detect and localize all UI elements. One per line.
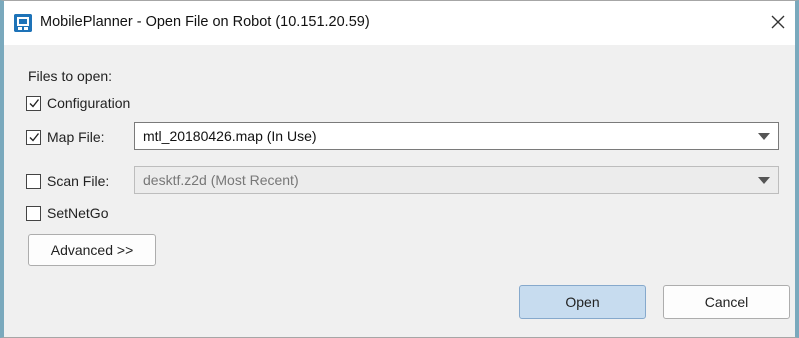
configuration-checkbox[interactable] <box>26 95 41 111</box>
scan-file-checkbox[interactable] <box>26 173 41 189</box>
close-icon <box>771 15 785 29</box>
scan-file-value: desktf.z2d (Most Recent) <box>143 172 299 188</box>
chevron-down-icon <box>758 133 770 140</box>
close-button[interactable] <box>763 7 793 37</box>
map-file-value: mtl_20180426.map (In Use) <box>143 128 317 144</box>
files-to-open-label: Files to open: <box>28 68 113 84</box>
scan-file-row: Scan File: <box>26 173 109 189</box>
map-file-label[interactable]: Map File: <box>47 129 105 145</box>
map-file-checkbox[interactable] <box>26 129 41 145</box>
advanced-button[interactable]: Advanced >> <box>28 234 156 266</box>
scan-file-select[interactable]: desktf.z2d (Most Recent) <box>134 166 779 194</box>
checkmark-icon <box>29 99 39 108</box>
title-bar[interactable]: MobilePlanner - Open File on Robot (10.1… <box>4 1 795 45</box>
dialog-content: Files to open: Configuration Map File: m… <box>4 45 795 337</box>
window-title: MobilePlanner - Open File on Robot (10.1… <box>40 14 370 30</box>
map-file-row: Map File: <box>26 129 105 145</box>
open-button[interactable]: Open <box>519 285 646 319</box>
configuration-label[interactable]: Configuration <box>47 95 130 111</box>
chevron-down-icon <box>758 177 770 184</box>
mobileplanner-app-icon <box>14 14 32 32</box>
configuration-row: Configuration <box>26 95 130 111</box>
cancel-button[interactable]: Cancel <box>663 285 790 319</box>
setnetgo-label[interactable]: SetNetGo <box>47 205 108 221</box>
setnetgo-checkbox[interactable] <box>26 205 41 221</box>
map-file-select[interactable]: mtl_20180426.map (In Use) <box>134 122 779 150</box>
checkmark-icon <box>29 133 39 142</box>
scan-file-label[interactable]: Scan File: <box>47 173 109 189</box>
setnetgo-row: SetNetGo <box>26 205 108 221</box>
open-file-dialog: MobilePlanner - Open File on Robot (10.1… <box>0 0 799 338</box>
